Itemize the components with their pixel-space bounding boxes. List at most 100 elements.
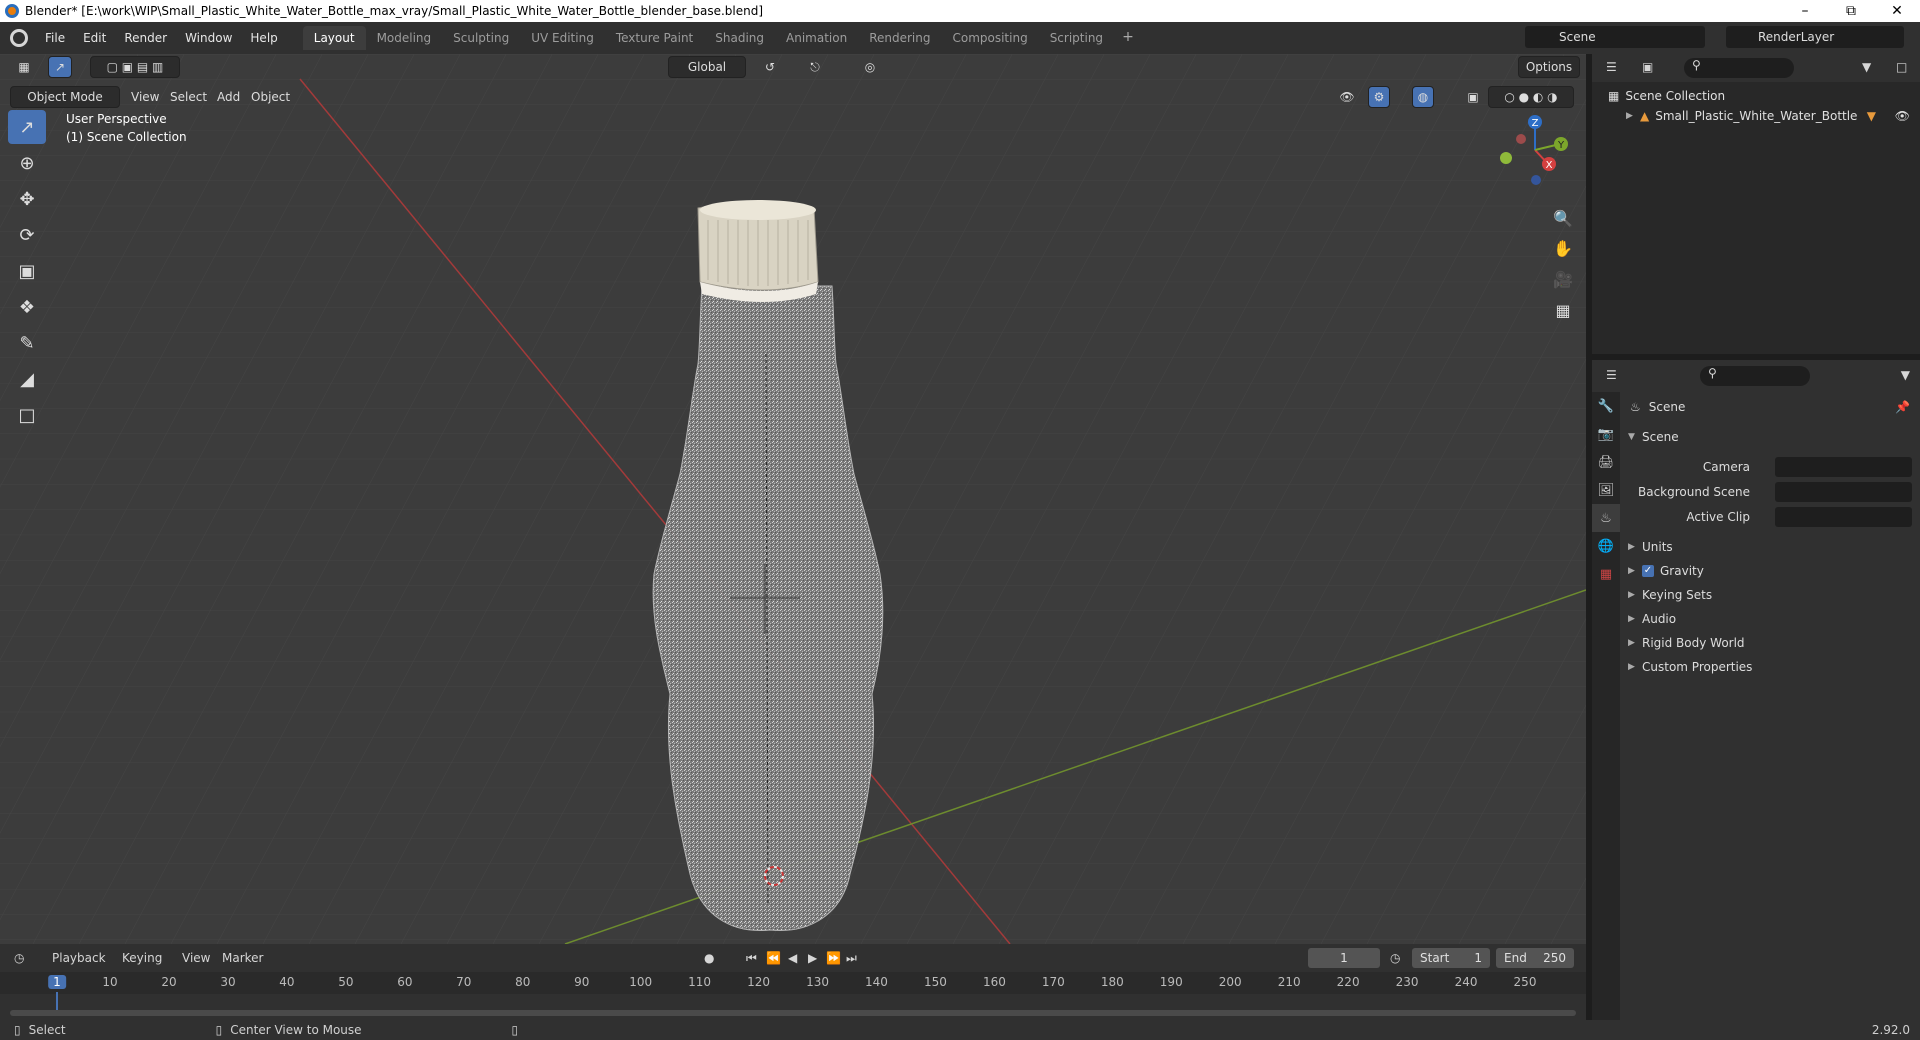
- outliner-row-bottle[interactable]: ▶ ▲ Small_Plastic_White_Water_Bottle ▼ 👁: [1592, 106, 1920, 126]
- gravity-checkbox[interactable]: ✓: [1642, 565, 1654, 577]
- view-layer-tab-icon[interactable]: 🖼: [1592, 476, 1620, 504]
- units-panel-header[interactable]: ▶ Units: [1620, 536, 1920, 558]
- outliner-row-scene-collection[interactable]: ▦ Scene Collection: [1592, 86, 1920, 106]
- move-tool-icon[interactable]: ✥: [8, 182, 46, 216]
- scale-tool-icon[interactable]: ▣: [8, 254, 46, 288]
- gizmo-toggle-icon[interactable]: ⚙: [1368, 86, 1390, 108]
- texture-tab-icon[interactable]: ▦: [1592, 560, 1620, 588]
- view-layer-selector[interactable]: RenderLayer: [1726, 26, 1904, 48]
- keying-sets-panel-header[interactable]: ▶ Keying Sets: [1620, 584, 1920, 606]
- rigid-body-panel-header[interactable]: ▶ Rigid Body World: [1620, 632, 1920, 654]
- properties-search-input[interactable]: ⚲: [1700, 366, 1810, 386]
- pivot-icon[interactable]: ↺: [756, 56, 784, 78]
- filter-icon[interactable]: ▼: [1862, 60, 1871, 74]
- play-reverse-icon[interactable]: ◀: [788, 951, 797, 965]
- camera-field[interactable]: [1775, 457, 1912, 477]
- cursor-tool-icon[interactable]: ⊕: [8, 146, 46, 180]
- xray-icon[interactable]: ▣: [1462, 86, 1484, 108]
- pan-hand-icon[interactable]: ✋: [1548, 234, 1578, 262]
- output-tab-icon[interactable]: 🖨: [1592, 448, 1620, 476]
- next-keyframe-icon[interactable]: ⏩: [826, 951, 841, 965]
- measure-tool-icon[interactable]: ◢: [8, 362, 46, 396]
- 3d-viewport[interactable]: Z X Y ▦ ↗ ▢ ▣ ▤ ▥ Global ↺ ⎋ ◎ Options O…: [0, 54, 1586, 944]
- bottle-cap[interactable]: [697, 200, 819, 302]
- render-tab-icon[interactable]: 📷: [1592, 420, 1620, 448]
- timeline-menu-marker[interactable]: Marker: [222, 951, 263, 965]
- tab-modeling[interactable]: Modeling: [366, 26, 443, 50]
- menu-edit[interactable]: Edit: [74, 31, 115, 45]
- scene-selector[interactable]: Scene: [1525, 26, 1705, 48]
- options-button[interactable]: Options: [1518, 56, 1580, 78]
- background-scene-field[interactable]: [1775, 482, 1912, 502]
- tab-sculpting[interactable]: Sculpting: [442, 26, 520, 50]
- timeline-menu-view[interactable]: View: [182, 951, 210, 965]
- timeline-ruler[interactable]: 1 10 20 30 40 50 60 70 80 90 100 110 120 130 140 150 160…: [0, 972, 1586, 1012]
- rotate-tool-icon[interactable]: ⟳: [8, 218, 46, 252]
- selection-modes[interactable]: ▢ ▣ ▤ ▥: [90, 56, 180, 78]
- tab-uv-editing[interactable]: UV Editing: [520, 26, 605, 50]
- menu-file[interactable]: File: [36, 31, 74, 45]
- transform-orientation[interactable]: Global: [668, 56, 746, 78]
- tool-tab-icon[interactable]: 🔧: [1592, 392, 1620, 420]
- camera-view-icon[interactable]: 🎥: [1548, 265, 1578, 293]
- viewport-menu-add[interactable]: Add: [217, 90, 240, 104]
- timeline-menu-playback[interactable]: Playback: [52, 951, 106, 965]
- snap-icon[interactable]: ⎋: [790, 56, 840, 78]
- auto-keying-icon[interactable]: ◷: [1390, 951, 1400, 965]
- tab-texture-paint[interactable]: Texture Paint: [605, 26, 704, 50]
- play-icon[interactable]: ▶: [808, 951, 817, 965]
- jump-end-icon[interactable]: ⏭: [846, 951, 857, 966]
- prev-keyframe-icon[interactable]: ⏪: [766, 951, 781, 965]
- world-tab-icon[interactable]: 🌐: [1592, 532, 1620, 560]
- audio-panel-header[interactable]: ▶ Audio: [1620, 608, 1920, 630]
- editor-type-icon[interactable]: ▦: [10, 56, 38, 78]
- overlay-toggle-icon[interactable]: ◍: [1412, 86, 1434, 108]
- outliner-view-icon[interactable]: ▣: [1642, 60, 1653, 74]
- expand-arrow-icon[interactable]: ▶: [1626, 111, 1640, 121]
- close-button[interactable]: ✕: [1874, 3, 1920, 19]
- menu-render[interactable]: Render: [115, 31, 176, 45]
- select-mode-icon[interactable]: ↗: [48, 56, 72, 78]
- zoom-icon[interactable]: 🔍: [1548, 204, 1578, 232]
- tab-compositing[interactable]: Compositing: [941, 26, 1038, 50]
- tab-scripting[interactable]: Scripting: [1039, 26, 1114, 50]
- visibility-eye-icon[interactable]: 👁: [1895, 109, 1910, 123]
- start-frame-field[interactable]: Start 1: [1412, 948, 1490, 968]
- playhead[interactable]: 1: [48, 975, 66, 989]
- shading-modes[interactable]: ○ ● ◐ ◑: [1488, 86, 1574, 108]
- viewport-menu-select[interactable]: Select: [170, 90, 207, 104]
- blender-menu-icon[interactable]: [10, 29, 28, 47]
- minimize-button[interactable]: –: [1782, 3, 1828, 19]
- timeline-scrollbar[interactable]: [10, 1010, 1576, 1016]
- add-workspace-icon[interactable]: +: [1114, 26, 1142, 50]
- outliner-search-input[interactable]: ⚲: [1684, 58, 1794, 78]
- properties-options-icon[interactable]: ▼: [1901, 368, 1910, 382]
- menu-help[interactable]: Help: [241, 31, 286, 45]
- tab-rendering[interactable]: Rendering: [858, 26, 941, 50]
- current-frame-field[interactable]: 1: [1308, 948, 1380, 968]
- properties-editor-icon[interactable]: ☰: [1606, 368, 1617, 382]
- viewport-menu-view[interactable]: View: [131, 90, 159, 104]
- scene-tab-icon[interactable]: ♨: [1592, 504, 1620, 532]
- ortho-grid-icon[interactable]: ▦: [1548, 296, 1578, 324]
- add-cube-tool-icon[interactable]: □: [8, 398, 46, 432]
- timeline-editor-icon[interactable]: ◷: [14, 951, 24, 965]
- proportional-edit-icon[interactable]: ◎: [846, 56, 894, 78]
- tab-layout[interactable]: Layout: [302, 26, 366, 50]
- active-clip-field[interactable]: [1775, 507, 1912, 527]
- pin-icon[interactable]: 📌: [1895, 400, 1910, 414]
- scene-panel-header[interactable]: ▼ Scene: [1620, 426, 1920, 448]
- restore-button[interactable]: ⧉: [1828, 3, 1874, 19]
- select-box-tool-icon[interactable]: ↗: [8, 110, 46, 144]
- transform-tool-icon[interactable]: ❖: [8, 290, 46, 324]
- new-collection-icon[interactable]: □: [1896, 60, 1907, 74]
- menu-window[interactable]: Window: [176, 31, 241, 45]
- annotate-tool-icon[interactable]: ✎: [8, 326, 46, 360]
- timeline-menu-keying[interactable]: Keying: [122, 951, 162, 965]
- visibility-icon[interactable]: 👁: [1330, 86, 1364, 108]
- record-icon[interactable]: ●: [704, 951, 714, 965]
- custom-props-panel-header[interactable]: ▶ Custom Properties: [1620, 656, 1920, 678]
- tab-shading[interactable]: Shading: [704, 26, 775, 50]
- object-mode-dropdown[interactable]: Object Mode: [10, 86, 120, 108]
- jump-start-icon[interactable]: ⏮: [746, 951, 757, 966]
